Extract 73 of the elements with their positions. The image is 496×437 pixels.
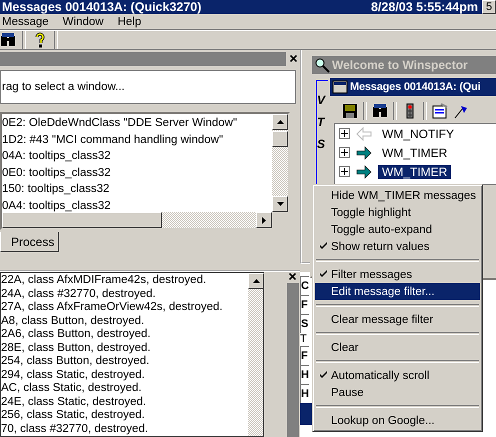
properties-icon <box>432 103 448 119</box>
title-button[interactable]: 5 <box>482 0 496 14</box>
up-arrow-icon <box>276 120 284 124</box>
tab[interactable]: Process <box>0 232 60 252</box>
log-line: AC, class Static, destroyed. <box>1 382 143 396</box>
tree-item[interactable]: WM_TIMER <box>378 146 452 160</box>
menu-item[interactable]: Lookup on Google... <box>315 412 480 429</box>
log-line: A8, class Button, destroyed. <box>1 314 146 328</box>
right-arrow-icon <box>356 144 372 160</box>
welcome-letter: S <box>317 137 326 151</box>
menu-item[interactable]: Message <box>2 16 49 28</box>
log-line: 294, class Static, destroyed. <box>1 368 146 382</box>
detail-cell: F <box>300 295 309 314</box>
right-arrow-icon <box>262 216 266 224</box>
welcome-title: Welcome to Winspector <box>312 56 496 74</box>
left-arrow-icon <box>356 126 372 142</box>
menu-item[interactable]: Toggle auto-expand <box>315 221 480 238</box>
list-item[interactable]: 1D2: #43 "MCI command handling window" <box>2 132 272 148</box>
list-item[interactable]: 0E2: OleDdeWndClass "DDE Server Window" <box>2 115 272 132</box>
menu-item[interactable]: Clear <box>315 339 480 356</box>
menu-item[interactable]: Help <box>118 16 142 28</box>
list-item[interactable]: 0A4: tooltips_class32 <box>2 198 272 212</box>
scroll-up-button[interactable] <box>272 114 288 130</box>
log-line: 2A6, class Button, destroyed. <box>1 328 152 342</box>
welcome-letter: T <box>317 115 326 129</box>
magnifier-icon <box>314 57 330 73</box>
flag-icon <box>453 103 469 119</box>
scroll-right-button[interactable] <box>256 212 272 228</box>
detail-cell: C <box>300 276 309 295</box>
window-icon <box>332 79 348 95</box>
detail-cell: S <box>300 314 309 333</box>
log-line: 70, class #32770, destroyed. <box>1 422 150 436</box>
welcome-letter: V <box>317 93 327 107</box>
messages-title: Messages 0014013A: (Qui <box>330 78 496 96</box>
list-item[interactable]: 150: tooltips_class32 <box>2 181 272 198</box>
scroll-thumb[interactable] <box>2 212 162 228</box>
scroll-up-button[interactable] <box>248 273 264 289</box>
clock: 8/28/03 5:55:44pm <box>370 0 478 14</box>
close-icon[interactable] <box>290 54 296 62</box>
log-line: 254, class Button, destroyed. <box>1 355 150 368</box>
menu-item[interactable]: Filter messages <box>315 266 480 283</box>
menu-item[interactable]: Automatically scroll <box>315 367 480 384</box>
down-arrow-icon <box>276 202 284 206</box>
tree-item[interactable]: WM_TIMER <box>378 164 452 178</box>
menu-item[interactable]: Toggle highlight <box>315 204 480 221</box>
tree-item[interactable]: WM_NOTIFY <box>378 126 458 140</box>
scroll-down-button[interactable] <box>272 196 288 212</box>
menu-item[interactable]: Pause <box>315 384 480 401</box>
expand-icon[interactable] <box>339 166 350 177</box>
finder-field: rag to select a window... <box>0 70 296 104</box>
log-line: 24E, class Static, destroyed. <box>1 396 148 409</box>
up-arrow-icon <box>252 279 260 283</box>
right-arrow-icon <box>356 164 372 180</box>
menu-item[interactable]: Edit message filter... <box>315 283 480 300</box>
window-title: Messages 0014013A: (Quick3270) <box>2 0 202 14</box>
log-line: 28E, class Button, destroyed. <box>1 342 152 355</box>
list-item[interactable]: 0E0: tooltips_class32 <box>2 164 272 181</box>
menu-item[interactable]: Show return values <box>315 238 480 255</box>
menu-item[interactable]: Hide WM_TIMER messages <box>315 187 480 204</box>
log-line: 24A, class #32770, destroyed. <box>1 288 157 301</box>
list-item[interactable]: 04A: tooltips_class32 <box>2 148 272 164</box>
menu-item[interactable]: Window <box>62 16 104 28</box>
detail-cell: F <box>300 346 309 365</box>
expand-icon[interactable] <box>339 147 350 158</box>
log-line: 27A, class AfxFrameOrView42s, destroyed. <box>1 301 224 314</box>
close-icon[interactable] <box>289 273 296 280</box>
menu-item[interactable]: Clear message filter <box>315 311 480 328</box>
detail-cell: T <box>300 333 308 346</box>
scroll-thumb[interactable] <box>272 131 288 147</box>
log-line: 256, class Static, destroyed. <box>1 409 146 422</box>
expand-icon[interactable] <box>339 128 350 139</box>
detail-cell: H <box>300 365 309 384</box>
log-line: 22A, class AfxMDIFrame42s, destroyed. <box>1 274 208 288</box>
